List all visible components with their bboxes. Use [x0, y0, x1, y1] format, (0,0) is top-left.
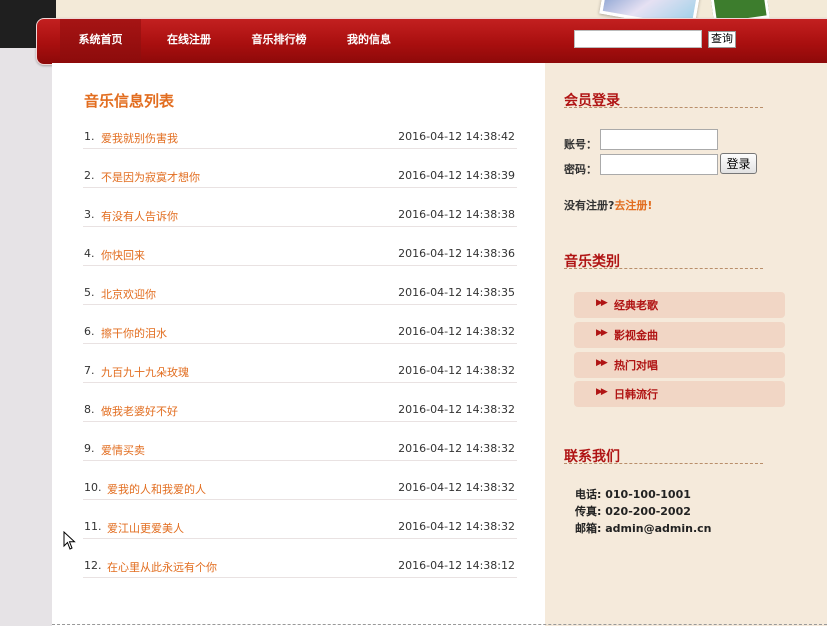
nav-item-music-chart[interactable]: 音乐排行榜	[237, 19, 321, 62]
register-prompt: 没有注册?	[564, 199, 615, 212]
category-label: 日韩流行	[614, 388, 658, 401]
music-list-item: 5. 北京欢迎你 2016-04-12 14:38:35	[83, 285, 517, 305]
music-item-date: 2016-04-12 14:38:32	[398, 481, 515, 494]
music-item-date: 2016-04-12 14:38:39	[398, 169, 515, 182]
category-item-film[interactable]: ▶▶ 影视金曲	[574, 322, 785, 348]
music-item-title-link[interactable]: 爱我的人和我爱的人	[107, 481, 206, 497]
contact-section-title: 联系我们	[564, 446, 763, 465]
account-input[interactable]	[600, 129, 718, 150]
music-item-title-link[interactable]: 擦干你的泪水	[101, 325, 167, 341]
music-list-item: 11. 爱江山更爱美人 2016-04-12 14:38:32	[83, 519, 517, 539]
music-item-index: 11.	[84, 520, 102, 533]
music-list-item: 4. 你快回来 2016-04-12 14:38:36	[83, 246, 517, 266]
music-item-title-link[interactable]: 做我老婆好不好	[101, 403, 178, 419]
double-arrow-icon: ▶▶	[596, 328, 608, 338]
double-arrow-icon: ▶▶	[596, 298, 608, 308]
music-item-title-link[interactable]: 爱江山更爱美人	[107, 520, 184, 536]
music-item-date: 2016-04-12 14:38:36	[398, 247, 515, 260]
music-item-title-link[interactable]: 爱情买卖	[101, 442, 145, 458]
mouse-cursor-icon	[63, 531, 76, 550]
music-item-date: 2016-04-12 14:38:32	[398, 364, 515, 377]
music-item-index: 6.	[84, 325, 95, 338]
password-label: 密码：	[564, 163, 597, 176]
music-list-item: 3. 有没有人告诉你 2016-04-12 14:38:38	[83, 207, 517, 227]
music-item-title-link[interactable]: 你快回来	[101, 247, 145, 263]
account-label: 账号：	[564, 138, 597, 151]
category-item-duet[interactable]: ▶▶ 热门对唱	[574, 352, 785, 378]
music-list-item: 9. 爱情买卖 2016-04-12 14:38:32	[83, 441, 517, 461]
music-list-item: 7. 九百九十九朵玫瑰 2016-04-12 14:38:32	[83, 363, 517, 383]
music-item-date: 2016-04-12 14:38:35	[398, 286, 515, 299]
music-item-title-link[interactable]: 九百九十九朵玫瑰	[101, 364, 189, 380]
music-item-index: 10.	[84, 481, 102, 494]
password-input[interactable]	[600, 154, 718, 175]
category-section-title: 音乐类别	[564, 251, 763, 270]
music-item-index: 5.	[84, 286, 95, 299]
music-list-item: 1. 爱我就别伤害我 2016-04-12 14:38:42	[83, 129, 517, 149]
music-item-date: 2016-04-12 14:38:38	[398, 208, 515, 221]
music-list-title: 音乐信息列表	[84, 92, 175, 110]
double-arrow-icon: ▶▶	[596, 358, 608, 368]
music-item-title-link[interactable]: 在心里从此永远有个你	[107, 559, 217, 575]
music-item-index: 7.	[84, 364, 95, 377]
category-item-classic[interactable]: ▶▶ 经典老歌	[574, 292, 785, 318]
search-button[interactable]: 查询	[708, 31, 736, 48]
music-item-title-link[interactable]: 爱我就别伤害我	[101, 130, 178, 146]
music-item-date: 2016-04-12 14:38:32	[398, 325, 515, 338]
music-item-date: 2016-04-12 14:38:12	[398, 559, 515, 572]
search-input[interactable]	[574, 30, 702, 48]
register-prompt-line: 没有注册?去注册!	[564, 197, 652, 213]
footer-divider	[52, 624, 827, 625]
music-list-item: 6. 擦干你的泪水 2016-04-12 14:38:32	[83, 324, 517, 344]
music-item-index: 2.	[84, 169, 95, 182]
nav-item-home[interactable]: 系统首页	[60, 19, 141, 62]
category-label: 经典老歌	[614, 299, 658, 312]
sidebar: 会员登录 账号： 密码： 登录 没有注册?去注册! 音乐类别 ▶▶ 经典老歌 ▶…	[545, 63, 827, 626]
main-nav-bar: 系统首页 在线注册 音乐排行榜 我的信息 查询	[36, 18, 827, 65]
nav-item-my-info[interactable]: 我的信息	[333, 19, 405, 62]
login-section-title: 会员登录	[564, 90, 763, 109]
top-banner	[0, 0, 827, 18]
music-item-index: 3.	[84, 208, 95, 221]
category-item-jk-pop[interactable]: ▶▶ 日韩流行	[574, 381, 785, 407]
music-list-item: 2. 不是因为寂寞才想你 2016-04-12 14:38:39	[83, 168, 517, 188]
register-link[interactable]: 去注册!	[614, 199, 652, 212]
music-item-index: 12.	[84, 559, 102, 572]
nav-item-register[interactable]: 在线注册	[153, 19, 225, 62]
music-list-item: 10. 爱我的人和我爱的人 2016-04-12 14:38:32	[83, 480, 517, 500]
login-button[interactable]: 登录	[720, 153, 757, 174]
contact-phone: 电话: 010-100-1001	[575, 488, 691, 501]
music-item-index: 1.	[84, 130, 95, 143]
music-item-title-link[interactable]: 不是因为寂寞才想你	[101, 169, 200, 185]
contact-email: 邮箱: admin@admin.cn	[575, 522, 712, 535]
music-list-panel: 音乐信息列表 1. 爱我就别伤害我 2016-04-12 14:38:42 2. 不是因…	[52, 63, 545, 626]
double-arrow-icon: ▶▶	[596, 387, 608, 397]
music-list-item: 12. 在心里从此永远有个你 2016-04-12 14:38:12	[83, 558, 517, 578]
music-item-date: 2016-04-12 14:38:42	[398, 130, 515, 143]
music-item-index: 8.	[84, 403, 95, 416]
music-item-date: 2016-04-12 14:38:32	[398, 520, 515, 533]
music-item-index: 9.	[84, 442, 95, 455]
music-item-date: 2016-04-12 14:38:32	[398, 442, 515, 455]
music-list-item: 8. 做我老婆好不好 2016-04-12 14:38:32	[83, 402, 517, 422]
music-item-date: 2016-04-12 14:38:32	[398, 403, 515, 416]
category-label: 热门对唱	[614, 359, 658, 372]
content-container: 音乐信息列表 1. 爱我就别伤害我 2016-04-12 14:38:42 2. 不是因…	[52, 63, 827, 626]
music-item-index: 4.	[84, 247, 95, 260]
contact-fax: 传真: 020-200-2002	[575, 505, 691, 518]
category-label: 影视金曲	[614, 329, 658, 342]
music-item-title-link[interactable]: 有没有人告诉你	[101, 208, 178, 224]
music-item-title-link[interactable]: 北京欢迎你	[101, 286, 156, 302]
